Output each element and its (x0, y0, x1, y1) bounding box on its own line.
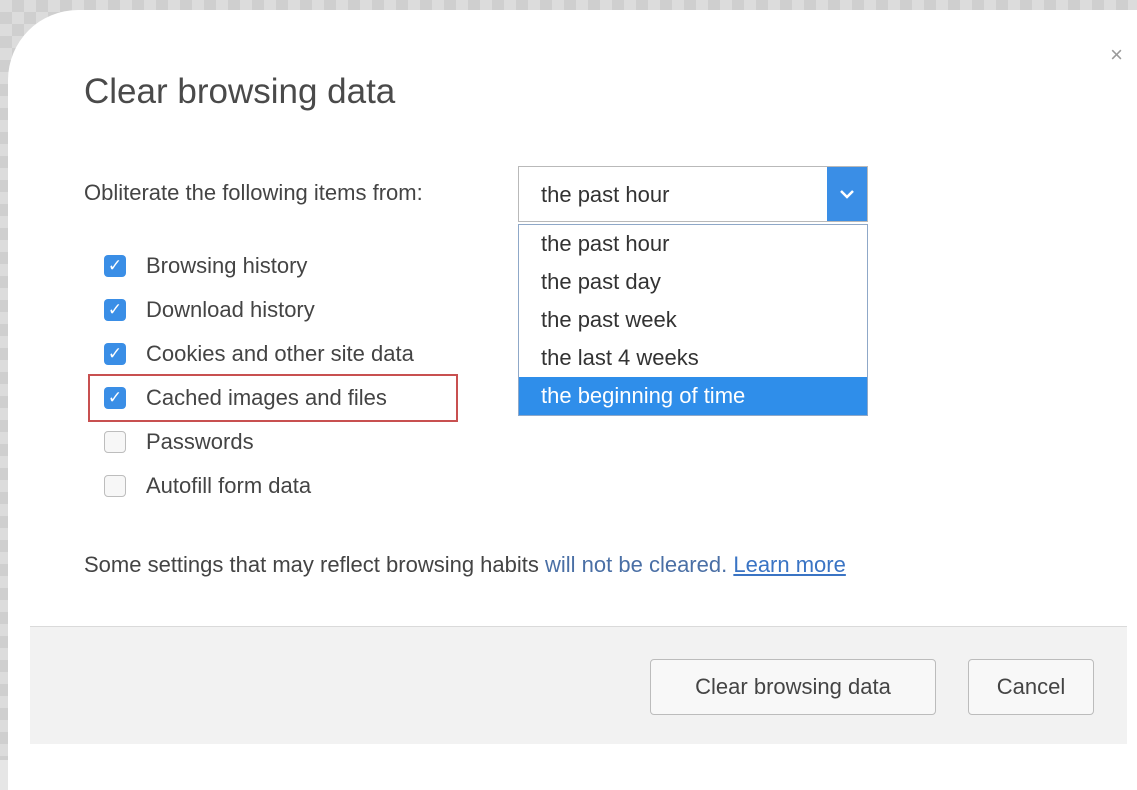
checkbox-cookies[interactable]: ✓ Cookies and other site data (104, 332, 484, 376)
checkbox-unchecked-icon[interactable] (104, 475, 126, 497)
time-range-dropdown: the past hour the past day the past week… (518, 224, 868, 416)
checkbox-unchecked-icon[interactable] (104, 431, 126, 453)
checkbox-label: Autofill form data (146, 473, 312, 498)
data-type-list: ✓ Browsing history ✓ Download history ✓ … (88, 244, 484, 508)
note-highlight: will not be cleared. (545, 552, 728, 577)
dropdown-option-last-4-weeks[interactable]: the last 4 weeks (519, 339, 867, 377)
checkbox-label: Passwords (146, 429, 254, 454)
clear-browsing-data-button[interactable]: Clear browsing data (650, 659, 936, 715)
dropdown-option-past-week[interactable]: the past week (519, 301, 867, 339)
learn-more-link[interactable]: Learn more (733, 552, 846, 577)
dropdown-option-beginning-of-time[interactable]: the beginning of time (519, 377, 867, 415)
settings-note: Some settings that may reflect browsing … (84, 552, 846, 578)
checkbox-checked-icon[interactable]: ✓ (104, 255, 126, 277)
checkbox-label: Cookies and other site data (146, 341, 414, 366)
checkbox-autofill[interactable]: Autofill form data (104, 464, 484, 508)
checkbox-download-history[interactable]: ✓ Download history (104, 288, 484, 332)
note-text: Some settings that may reflect browsing … (84, 552, 545, 577)
clear-browsing-dialog: × Clear browsing data Obliterate the fol… (30, 28, 1127, 744)
time-range-select[interactable]: the past hour (518, 166, 868, 222)
dialog-footer: Clear browsing data Cancel (30, 626, 1127, 744)
checkbox-checked-icon[interactable]: ✓ (104, 387, 126, 409)
cancel-button[interactable]: Cancel (968, 659, 1094, 715)
dropdown-option-past-hour[interactable]: the past hour (519, 225, 867, 263)
checkbox-checked-icon[interactable]: ✓ (104, 343, 126, 365)
dropdown-option-past-day[interactable]: the past day (519, 263, 867, 301)
checkbox-cached-images[interactable]: ✓ Cached images and files (88, 374, 458, 422)
checkbox-label: Download history (146, 297, 315, 322)
time-range-label: Obliterate the following items from: (84, 180, 423, 205)
close-icon[interactable]: × (1110, 42, 1123, 68)
chevron-down-icon[interactable] (827, 167, 867, 221)
checkbox-label: Cached images and files (146, 385, 387, 410)
checkbox-label: Browsing history (146, 253, 308, 278)
checkbox-checked-icon[interactable]: ✓ (104, 299, 126, 321)
time-range-value: the past hour (541, 182, 670, 207)
dialog-title: Clear browsing data (84, 72, 396, 111)
checkbox-passwords[interactable]: Passwords (104, 420, 484, 464)
checkbox-browsing-history[interactable]: ✓ Browsing history (104, 244, 484, 288)
